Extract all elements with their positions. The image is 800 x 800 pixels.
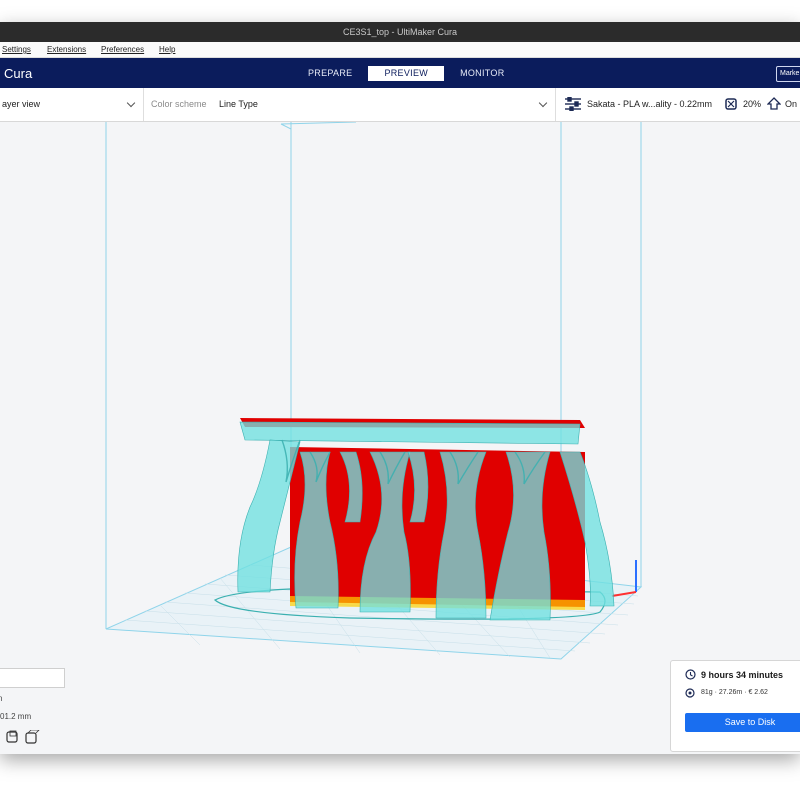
color-scheme-label: Color scheme — [151, 99, 207, 109]
view-type-dropdown[interactable]: ayer view — [0, 88, 142, 121]
color-scheme-dropdown[interactable]: Color scheme Line Type — [144, 88, 554, 121]
settings-sliders-icon — [565, 97, 581, 111]
menu-bar: Settings Extensions Preferences Help — [0, 42, 800, 58]
layer-info-line: n — [0, 694, 3, 703]
print-time: 9 hours 34 minutes — [701, 670, 784, 680]
menu-help[interactable]: Help — [159, 45, 175, 54]
save-to-disk-button[interactable]: Save to Disk — [685, 713, 800, 732]
brand-logo: Cura — [4, 66, 33, 81]
menu-settings[interactable]: Settings — [2, 45, 31, 54]
view-type-value: ayer view — [2, 99, 41, 109]
marketplace-button[interactable]: Marke — [776, 66, 800, 82]
layer-number-field[interactable] — [0, 668, 65, 688]
clock-icon — [685, 669, 696, 680]
layer-info-panel: n 01.2 mm — [0, 666, 70, 752]
support-value: On — [785, 99, 798, 109]
chevron-down-icon — [126, 98, 136, 108]
menu-extensions[interactable]: Extensions — [47, 45, 86, 54]
window-title: CE3S1_top - UltiMaker Cura — [342, 27, 458, 37]
layer-height-readout: 01.2 mm — [0, 712, 32, 721]
chevron-down-icon — [538, 98, 548, 108]
app-window: CE3S1_top - UltiMaker Cura Settings Exte… — [0, 22, 800, 754]
tab-prepare[interactable]: PREPARE — [292, 66, 368, 81]
window-titlebar: CE3S1_top - UltiMaker Cura — [0, 22, 800, 42]
menu-preferences[interactable]: Preferences — [101, 45, 144, 54]
profile-name: Sakata - PLA w...ality - 0.22mm — [587, 99, 713, 109]
color-scheme-value: Line Type — [219, 99, 258, 109]
infill-value: 20% — [743, 99, 762, 109]
tab-preview[interactable]: PREVIEW — [368, 66, 445, 81]
print-summary-panel: 9 hours 34 minutes 81g · 27.26m · € 2.62… — [670, 660, 800, 752]
app-header: Cura PREPARE PREVIEW MONITOR Marke — [0, 58, 800, 88]
tab-monitor[interactable]: MONITOR — [444, 66, 520, 81]
material-icon — [685, 688, 695, 698]
view-orientation-icons[interactable] — [6, 730, 40, 744]
view-toolbar: ayer view Color scheme Line Type Sakata … — [0, 88, 800, 122]
infill-icon — [725, 98, 737, 110]
print-settings-button[interactable]: Sakata - PLA w...ality - 0.22mm 20% On — [556, 88, 800, 121]
stage-tabs: PREPARE PREVIEW MONITOR — [292, 66, 521, 81]
support-icon — [767, 97, 781, 110]
print-material-details: 81g · 27.26m · € 2.62 — [701, 689, 768, 696]
